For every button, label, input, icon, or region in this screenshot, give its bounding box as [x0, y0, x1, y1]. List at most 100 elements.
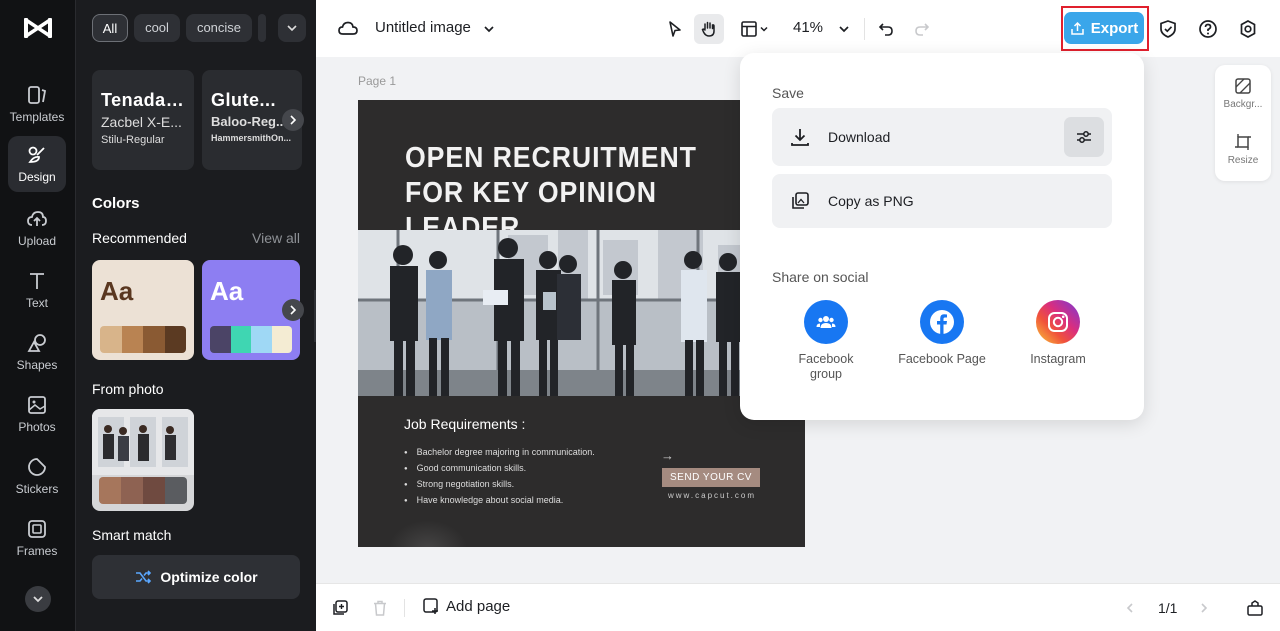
rail-item-stickers[interactable]: Stickers [8, 448, 66, 502]
view-all-link[interactable]: View all [252, 230, 300, 246]
copy-png-option[interactable]: Copy as PNG [772, 174, 1112, 228]
export-popup: Save Download Copy as PNG Share on socia… [740, 53, 1144, 420]
design-icon [28, 146, 45, 163]
rail-item-text[interactable]: Text [8, 262, 66, 316]
resize-icon [1235, 134, 1251, 150]
font-body: HammersmithOn... [211, 133, 292, 143]
chip-more[interactable] [258, 14, 266, 42]
add-page-icon [423, 598, 438, 614]
chevron-down-icon [760, 26, 768, 32]
redo-icon [915, 23, 930, 36]
top-bar: Untitled image 41% Export [316, 0, 1280, 57]
rail-expand-button[interactable] [25, 586, 51, 612]
shield-button[interactable] [1153, 14, 1183, 44]
copy-png-label: Copy as PNG [828, 193, 914, 209]
share-instagram[interactable]: Instagram [1013, 300, 1103, 367]
duplicate-page-icon[interactable] [331, 599, 349, 617]
export-label: Export [1090, 19, 1139, 37]
gear-icon [1240, 20, 1256, 38]
requirement-item: Bachelor degree majoring in communicatio… [404, 445, 595, 461]
text-icon [30, 273, 44, 289]
rail-item-label: Frames [16, 544, 58, 558]
chevron-left-icon[interactable] [1123, 601, 1137, 615]
select-tool-button[interactable] [660, 14, 690, 44]
background-tool[interactable]: Backgr... [1215, 77, 1271, 110]
instagram-icon [1036, 300, 1080, 344]
photo-thumbnail [92, 409, 194, 475]
share-facebook-page[interactable]: Facebook Page [897, 300, 987, 367]
chip-all[interactable]: All [92, 14, 128, 42]
cloud-sync-icon[interactable] [337, 18, 359, 40]
chevron-right-icon [290, 115, 297, 125]
trash-icon[interactable] [371, 599, 389, 617]
rail-item-photos[interactable]: Photos [8, 386, 66, 440]
requirements-list[interactable]: Bachelor degree majoring in communicatio… [404, 445, 595, 509]
upload-cloud-icon [27, 211, 47, 226]
rail-item-frames[interactable]: Frames [8, 510, 66, 564]
undo-button[interactable] [871, 14, 901, 44]
zoom-level[interactable]: 41% [793, 19, 823, 36]
rail-item-label: Photos [18, 420, 56, 434]
palettes-next-button[interactable] [282, 299, 304, 321]
palette-swatches [100, 326, 186, 353]
color-palette-card[interactable]: Aa [92, 260, 194, 360]
export-button[interactable]: Export [1064, 12, 1144, 44]
rail-item-design[interactable]: Design [8, 136, 66, 192]
arrow-decoration: → [661, 448, 674, 463]
share-facebook-group[interactable]: Facebook group [781, 300, 871, 382]
help-button[interactable] [1193, 14, 1223, 44]
requirements-title[interactable]: Job Requirements : [404, 416, 525, 432]
sliders-icon [1077, 131, 1091, 143]
chevron-right-icon[interactable] [1197, 601, 1211, 615]
poster-photo[interactable] [358, 230, 805, 396]
shuffle-icon [136, 570, 152, 584]
chips-dropdown-button[interactable] [278, 14, 306, 42]
instagram-label: Instagram [1030, 352, 1086, 366]
hand-tool-button[interactable] [694, 14, 724, 44]
font-combo-card[interactable]: Tenada-... Zacbel X-E... Stilu-Regular [92, 70, 194, 170]
capcut-logo [24, 18, 52, 38]
chevron-down-icon[interactable] [482, 22, 496, 36]
photo-palette-card[interactable] [92, 409, 194, 511]
redo-button[interactable] [907, 14, 937, 44]
chip-cool[interactable]: cool [134, 14, 180, 42]
design-page[interactable]: OPEN RECRUITMENT FOR KEY OPINION LEADER [358, 100, 805, 547]
add-page-label: Add page [446, 597, 511, 615]
help-icon [1199, 20, 1217, 38]
shapes-icon [27, 334, 46, 352]
send-cv-box[interactable]: SEND YOUR CV [662, 468, 760, 487]
palette-sample: Aa [210, 276, 244, 306]
optimize-color-button[interactable]: Optimize color [92, 555, 300, 599]
requirement-item: Strong negotiation skills. [404, 477, 595, 493]
download-settings-button[interactable] [1064, 117, 1104, 157]
download-icon [791, 129, 809, 146]
requirement-item: Good communication skills. [404, 461, 595, 477]
website-url[interactable]: www.capcut.com [668, 491, 756, 500]
page-label: Page 1 [358, 74, 397, 88]
rail-item-shapes[interactable]: Shapes [8, 324, 66, 378]
facebook-icon [920, 300, 964, 344]
download-option[interactable]: Download [772, 108, 1112, 166]
chevron-down-icon[interactable] [837, 22, 851, 36]
resize-tool[interactable]: Resize [1215, 133, 1271, 166]
from-photo-label: From photo [92, 381, 164, 397]
page-manager-icon[interactable] [1246, 599, 1264, 617]
document-title[interactable]: Untitled image [375, 19, 471, 36]
bottom-bar: Add page 1/1 [316, 583, 1280, 631]
resize-label: Resize [1227, 155, 1259, 166]
undo-icon [878, 23, 893, 36]
business-team-image [358, 230, 805, 396]
design-panel: All cool concise Tenada-... Zacbel X-E..… [76, 0, 322, 631]
background-label: Backgr... [1223, 99, 1263, 110]
settings-button[interactable] [1233, 14, 1263, 44]
add-page-button[interactable]: Add page [422, 597, 510, 615]
layout-dropdown-button[interactable] [734, 14, 776, 44]
rail-item-templates[interactable]: Templates [8, 76, 66, 130]
fonts-next-button[interactable] [282, 109, 304, 131]
rail-item-upload[interactable]: Upload [8, 200, 66, 254]
palette-swatches [210, 326, 292, 353]
rail-item-label: Templates [9, 110, 65, 124]
photo-swatches [99, 477, 187, 504]
chevron-right-icon [290, 305, 297, 315]
chip-concise[interactable]: concise [186, 14, 252, 42]
